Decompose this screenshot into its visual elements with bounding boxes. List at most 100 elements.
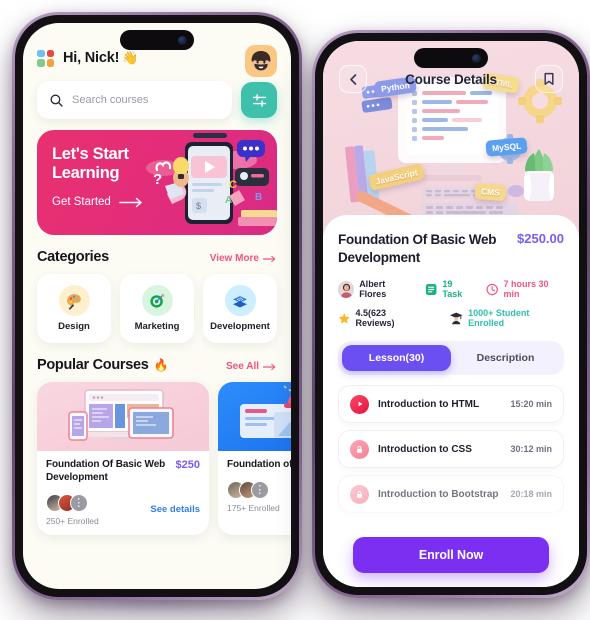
lesson-row[interactable]: Introduction to HTML 15:20 min: [338, 385, 564, 424]
lesson-duration: 20:18 min: [510, 489, 552, 500]
lesson-duration: 15:20 min: [510, 399, 552, 410]
course-duration: 7 hours 30 min: [486, 279, 564, 299]
task-count: 19 Task: [442, 279, 463, 300]
see-all-link[interactable]: See All: [226, 361, 277, 372]
web-development-illustration: [68, 389, 174, 441]
lesson-duration: 30:12 min: [510, 444, 552, 455]
filter-button[interactable]: [241, 82, 277, 118]
author-name: Albert Flores: [359, 279, 387, 300]
categories-header: Categories View More: [37, 249, 277, 265]
search-row: Search courses: [37, 81, 277, 119]
enrolled-count: 175+ Enrolled: [227, 502, 280, 513]
bookmark-button[interactable]: [534, 65, 563, 93]
code-layers-icon: </>: [224, 285, 256, 316]
category-label: Design: [58, 321, 90, 332]
phone-home-screen: Hi, Nick! 👋 Search courses Let's Start L…: [12, 12, 302, 600]
clock-icon: [486, 283, 499, 295]
course-thumbnail: [218, 382, 291, 451]
tab-lesson[interactable]: Lesson(30): [342, 345, 451, 372]
lesson-row[interactable]: Intermediate Javascript 25:08 min: [338, 520, 564, 537]
digital-marketing-illustration: [240, 385, 291, 438]
dynamic-island-right: [414, 48, 488, 68]
arrow-right-icon: [263, 255, 276, 262]
lesson-name: Introduction to CSS: [378, 443, 472, 455]
course-price: $250.00: [517, 231, 564, 246]
svg-text:A: A: [225, 195, 232, 206]
lock-icon: [350, 439, 369, 459]
categories-list: Design Marketing </> Development: [37, 274, 277, 343]
popular-title-wrap: Popular Courses 🔥: [37, 357, 168, 373]
avatar-face-icon: [251, 51, 271, 72]
lesson-row[interactable]: Introduction to CSS 30:12 min: [338, 430, 564, 469]
enroll-now-button[interactable]: Enroll Now: [353, 537, 549, 573]
course-info-sheet: Foundation Of Basic Web Development $250…: [323, 215, 579, 587]
view-more-link[interactable]: View More: [210, 253, 277, 264]
screen-home: Hi, Nick! 👋 Search courses Let's Start L…: [23, 23, 291, 589]
back-button[interactable]: [339, 65, 367, 93]
tasks-icon: [425, 283, 437, 295]
course-footer: ⋮ 175+ Enrolled: [227, 480, 291, 513]
svg-text:C: C: [229, 179, 237, 191]
svg-text:$: $: [196, 201, 201, 211]
arrow-right-icon: [263, 363, 276, 370]
phone-bezel-left: Hi, Nick! 👋 Search courses Let's Start L…: [15, 15, 299, 597]
detail-tabs: Lesson(30) Description: [338, 341, 564, 376]
course-top-row: Foundation Of Basic Web Development $250: [46, 459, 200, 485]
category-label: Marketing: [134, 321, 180, 332]
course-hero: Course Details Python HTML MySQL JavaScr…: [323, 41, 579, 237]
lesson-list[interactable]: Introduction to HTML 15:20 min Introduct…: [338, 385, 564, 537]
enrolled-wrap: ⋮ 175+ Enrolled: [227, 480, 280, 513]
svg-text:B: B: [255, 192, 262, 203]
get-started-label: Get Started: [52, 196, 111, 209]
category-card-development[interactable]: </> Development: [203, 274, 277, 343]
course-price: $250: [175, 459, 200, 471]
hero-tag-cms: CMS: [474, 182, 507, 202]
banner-illustration: $ C A B ?: [146, 133, 277, 226]
course-students: 1000+ Student Enrolled: [449, 308, 564, 328]
course-title-row: Foundation Of Basic Web Development $250…: [338, 231, 564, 266]
wave-emoji-icon: 👋: [122, 50, 139, 65]
user-avatar[interactable]: [245, 45, 277, 77]
target-icon: [141, 285, 173, 316]
course-tasks: 19 Task: [425, 279, 473, 299]
popular-title: Popular Courses: [37, 357, 149, 373]
view-more-label: View More: [209, 253, 259, 264]
enrolled-count: 250+ Enrolled: [46, 515, 99, 526]
lesson-name: Introduction to HTML: [378, 398, 480, 410]
course-body: Foundation of Digital Marketing ⋮: [218, 451, 291, 522]
duration-text: 7 hours 30 min: [503, 279, 549, 300]
rating-text: 4.5(623 Reviews): [355, 308, 395, 329]
category-card-marketing[interactable]: Marketing: [120, 274, 194, 343]
course-rating: 4.5(623 Reviews): [338, 308, 425, 328]
tab-description[interactable]: Description: [451, 345, 560, 371]
more-avatars-icon[interactable]: ⋮: [251, 480, 269, 499]
star-icon: [338, 312, 350, 324]
lock-icon: [350, 484, 369, 504]
category-card-design[interactable]: Design: [37, 274, 111, 343]
lesson-row[interactable]: Introduction to Bootstrap 20:18 min: [338, 475, 564, 514]
play-icon: [350, 394, 369, 414]
page-title: Course Details: [405, 71, 497, 87]
course-name: Foundation of Digital Marketing: [227, 459, 291, 470]
chevron-left-icon: [349, 73, 356, 85]
palette-icon: [58, 285, 90, 316]
see-all-label: See All: [226, 361, 259, 372]
course-name: Foundation Of Basic Web Development: [46, 459, 166, 483]
graduate-icon: [449, 312, 463, 325]
promo-banner[interactable]: Let's Start Learning Get Started $ C A B…: [37, 130, 277, 235]
students-text: 1000+ Student Enrolled: [468, 308, 530, 329]
course-details-content: Course Details Python HTML MySQL JavaScr…: [323, 41, 579, 587]
lesson-name: Introduction to Bootstrap: [378, 488, 499, 500]
course-card[interactable]: Foundation Of Basic Web Development $250: [37, 382, 209, 535]
search-placeholder: Search courses: [72, 94, 149, 106]
see-details-link[interactable]: See details: [150, 504, 200, 515]
more-avatars-icon[interactable]: ⋮: [70, 493, 88, 512]
search-input[interactable]: Search courses: [37, 81, 232, 119]
category-label: Development: [210, 321, 270, 332]
course-card[interactable]: Foundation of Digital Marketing ⋮: [218, 382, 291, 535]
enroll-section: Enroll Now: [338, 503, 564, 587]
course-meta-secondary: 4.5(623 Reviews) 1000+ Student Enrolled: [338, 308, 564, 328]
fire-emoji-icon: 🔥: [153, 358, 169, 372]
banner-title-line1: Let's Start: [52, 145, 129, 163]
phone-bezel-right: Course Details Python HTML MySQL JavaScr…: [315, 33, 587, 595]
